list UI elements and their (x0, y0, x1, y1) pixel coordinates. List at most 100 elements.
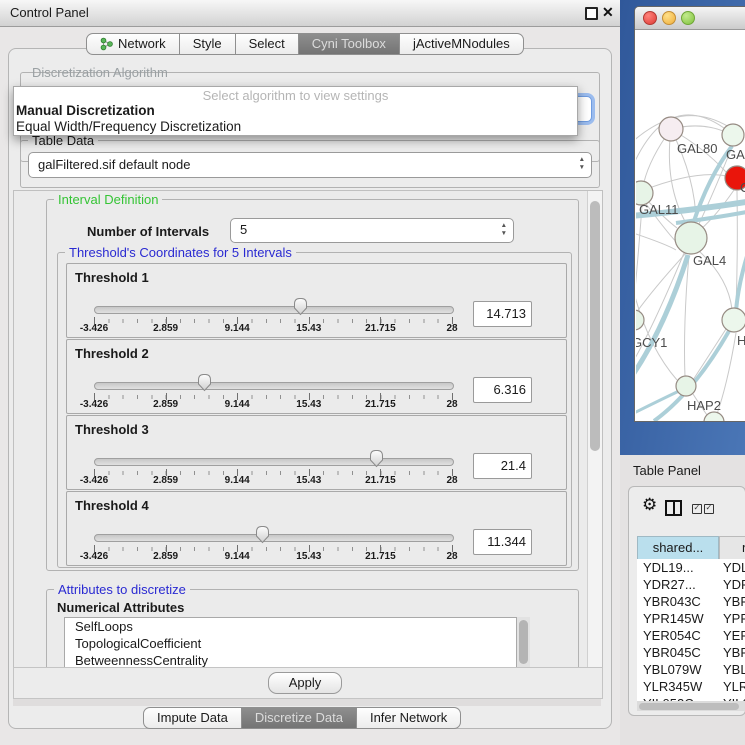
columns-icon[interactable] (665, 500, 682, 516)
network-canvas[interactable]: GAL80GAGAL11CGAL4GCY1HHAP2 (636, 30, 745, 421)
node-label: GAL4 (693, 253, 726, 268)
table-panel-dock: Table Panel shared... n YDL19...YDL1YDR2… (620, 455, 745, 745)
threshold-value-box[interactable]: 14.713 (473, 301, 532, 327)
column-header-shared[interactable]: shared... (637, 536, 719, 560)
slider-thumb[interactable] (369, 449, 384, 468)
combo-stepper-icon[interactable] (579, 156, 585, 172)
minimize-traffic-light-icon[interactable] (662, 11, 676, 25)
close-traffic-light-icon[interactable] (643, 11, 657, 25)
panel-title: Control Panel (10, 0, 89, 25)
float-window-icon[interactable] (585, 7, 598, 20)
node-label: GAL11 (639, 202, 679, 217)
table-panel-title: Table Panel (633, 463, 701, 478)
zoom-traffic-light-icon[interactable] (681, 11, 695, 25)
tab-infer-network[interactable]: Infer Network (357, 707, 461, 729)
divider-strip (13, 699, 601, 706)
slider-track[interactable] (94, 382, 454, 390)
slider-thumb[interactable] (197, 373, 212, 392)
threshold-label: Threshold 2 (75, 346, 149, 361)
slider-track[interactable] (94, 458, 454, 466)
slider-ticks (94, 471, 453, 475)
table-row[interactable]: YBR045CYBR0 (637, 644, 745, 661)
popup-option-manual[interactable]: Manual Discretization (14, 103, 577, 119)
cell-shared-name: YER054C (643, 627, 701, 644)
table-hscrollbar[interactable] (637, 701, 745, 711)
list-item[interactable]: TopologicalCoefficient (65, 635, 516, 652)
interval-definition-group: Interval Definition Number of Intervals … (46, 199, 579, 571)
combo-stepper-icon[interactable] (501, 222, 507, 238)
tab-network[interactable]: Network (86, 33, 180, 55)
network-node[interactable] (675, 222, 707, 254)
tab-style[interactable]: Style (180, 33, 236, 55)
tick-label: -3.426 (80, 475, 108, 486)
select-all-checkbox-icon[interactable] (692, 504, 702, 514)
table-row[interactable]: YPR145WYPR1 (637, 610, 745, 627)
list-scrollbar-thumb[interactable] (519, 620, 528, 664)
node-table[interactable]: YDL19...YDL1YDR27...YDR2YBR043CYBR0YPR14… (637, 559, 745, 701)
table-row[interactable]: YLR345W YLR3 (637, 678, 745, 695)
panel-scrollbar-thumb[interactable] (590, 201, 600, 451)
network-node[interactable] (676, 376, 696, 396)
tick-label: 28 (446, 551, 457, 562)
network-view-window: GAL80GAGAL11CGAL4GCY1HHAP2 (634, 6, 745, 422)
tick-label: 15.43 (296, 323, 321, 334)
network-node[interactable] (636, 310, 644, 330)
slider-track[interactable] (94, 306, 454, 314)
cell-name: YBR0 (723, 593, 745, 610)
tick-label: 9.144 (225, 475, 250, 486)
network-edge[interactable] (636, 206, 642, 311)
cell-name: YBR0 (723, 644, 745, 661)
slider-thumb[interactable] (293, 297, 308, 316)
thresholds-group-title: Threshold's Coordinates for 5 Intervals (65, 245, 296, 260)
column-header-name[interactable]: n (719, 536, 745, 560)
close-icon[interactable] (602, 4, 614, 21)
apply-button[interactable]: Apply (268, 672, 342, 694)
network-edge[interactable] (685, 255, 690, 377)
threshold-label: Threshold 3 (75, 422, 149, 437)
list-scrollbar[interactable] (517, 617, 530, 669)
cell-name: YLR3 (723, 678, 745, 695)
tick-label: 9.144 (225, 551, 250, 562)
threshold-value-box[interactable]: 21.4 (473, 453, 532, 479)
table-row[interactable]: YDR27...YDR2 (637, 576, 745, 593)
table-row[interactable]: YBR043CYBR0 (637, 593, 745, 610)
threshold-value-box[interactable]: 6.316 (473, 377, 532, 403)
list-item[interactable]: SelfLoops (65, 618, 516, 635)
network-node[interactable] (722, 308, 745, 332)
gear-icon[interactable] (642, 495, 657, 515)
tab-select[interactable]: Select (236, 33, 299, 55)
tick-label: 2.859 (153, 475, 178, 486)
threshold-row: Threshold 3 -3.4262.8599.14415.4321.7152… (66, 415, 567, 490)
numerical-attributes-list[interactable]: SelfLoopsTopologicalCoefficientBetweenne… (64, 617, 517, 669)
network-node[interactable] (704, 412, 724, 421)
table-row[interactable]: YDL19...YDL1 (637, 559, 745, 576)
tick-label: 2.859 (153, 323, 178, 334)
tick-label: 21.715 (365, 399, 396, 410)
tab-jactivemnodules[interactable]: jActiveMNodules (400, 33, 524, 55)
tab-impute-data[interactable]: Impute Data (143, 707, 242, 729)
slider-ticks (94, 319, 453, 323)
threshold-value-box[interactable]: 11.344 (473, 529, 532, 555)
network-node[interactable] (722, 124, 744, 146)
network-edge[interactable] (693, 329, 726, 380)
cell-shared-name: YLR345W (643, 678, 702, 695)
tick-label: 28 (446, 475, 457, 486)
table-hscrollbar-thumb[interactable] (639, 703, 739, 710)
panel-scrollbar[interactable] (587, 191, 603, 668)
threshold-row: Threshold 1 -3.4262.8599.14415.4321.7152… (66, 263, 567, 338)
table-row[interactable]: YBL079WYBL0 (637, 661, 745, 678)
cell-name: YDL1 (723, 559, 745, 576)
node-label: GCY1 (636, 335, 667, 350)
node-label: HAP2 (687, 398, 721, 413)
intervals-combobox[interactable]: 5 (230, 218, 514, 243)
node-label: GAL80 (677, 141, 717, 156)
network-node[interactable] (659, 117, 683, 141)
table-row[interactable]: YER054CYER0 (637, 627, 745, 644)
select-none-checkbox-icon[interactable] (704, 504, 714, 514)
tab-discretize-data[interactable]: Discretize Data (242, 707, 357, 729)
slider-track[interactable] (94, 534, 454, 542)
tab-cyni-toolbox[interactable]: Cyni Toolbox (299, 33, 400, 55)
slider-thumb[interactable] (255, 525, 270, 544)
table-data-combobox[interactable]: galFiltered.sif default node (28, 152, 592, 178)
popup-option-equal-width[interactable]: Equal Width/Frequency Discretization (14, 119, 577, 135)
